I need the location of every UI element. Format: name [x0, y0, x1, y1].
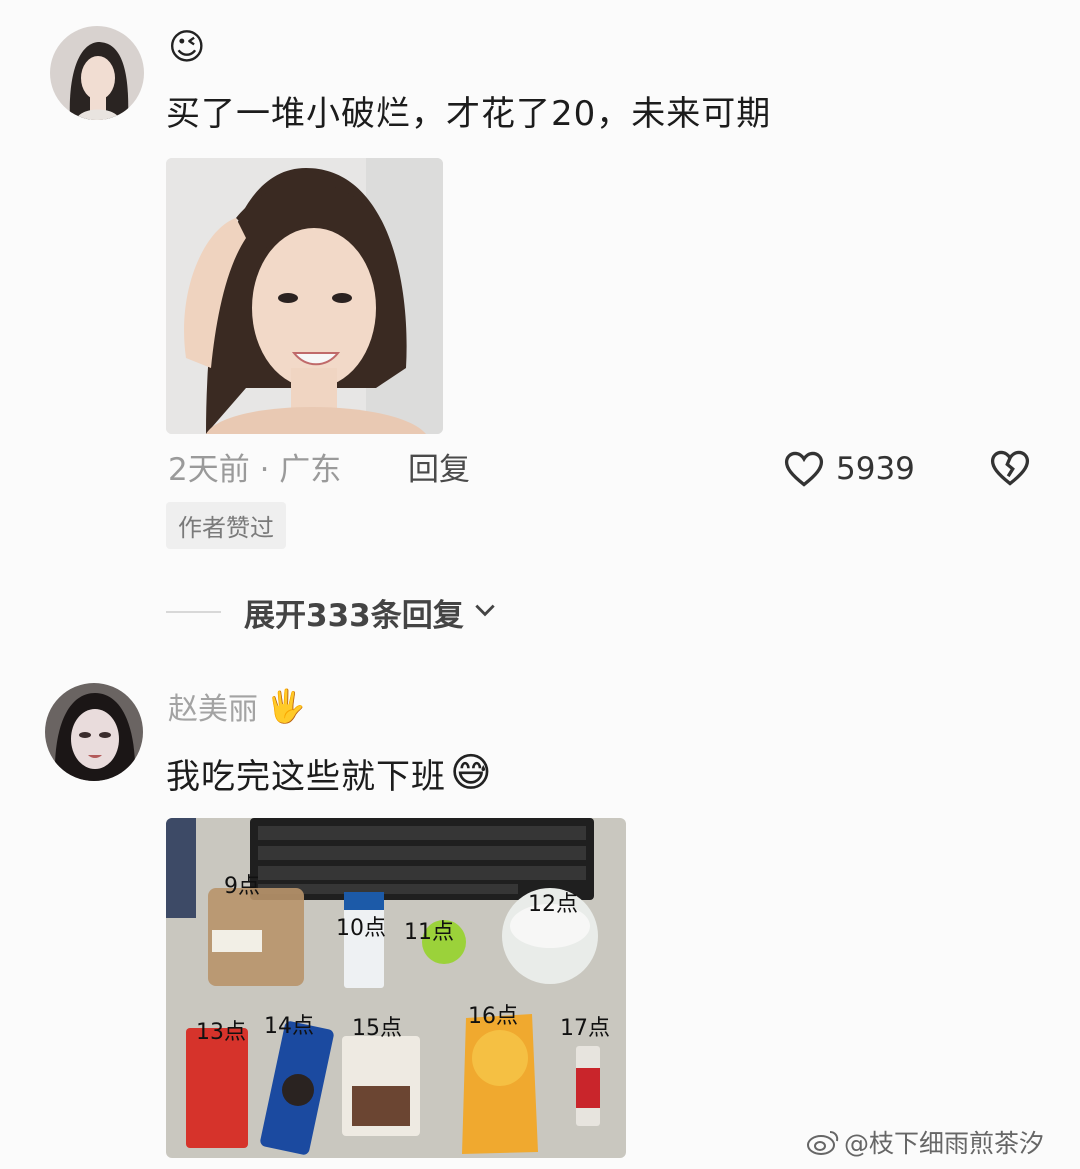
reply-button[interactable]: 回复 [408, 448, 470, 492]
expand-replies-label: 展开333条回复 [244, 597, 464, 634]
comment-text: 买了一堆小破烂，才花了20，未来可期 [166, 94, 772, 134]
broken-heart-icon [988, 450, 1032, 494]
time-label: 11点 [404, 920, 454, 945]
username[interactable]: 赵美丽 [168, 684, 258, 728]
commenter-avatar[interactable] [45, 683, 143, 781]
time-label: 9点 [224, 874, 260, 899]
comment-photo[interactable] [166, 158, 443, 434]
comment-photo[interactable]: 9点 10点 11点 12点 13点 14点 15点 16点 17点 [166, 818, 626, 1158]
watermark-text: @枝下细雨煎茶汐 [844, 1129, 1045, 1158]
chevron-down-icon [472, 597, 498, 627]
like-count: 5939 [836, 451, 915, 487]
dislike-button[interactable] [988, 446, 1032, 490]
time-label: 14点 [264, 1014, 314, 1039]
username-row: 赵美丽 🖐 [168, 684, 306, 728]
hand-emoji: 🖐 [266, 687, 306, 725]
time-location: 2天前 · 广东 [168, 452, 342, 488]
weibo-icon [806, 1128, 840, 1156]
comment-text: 我吃完这些就下班 [166, 756, 446, 797]
watermark: @枝下细雨煎茶汐 [806, 1124, 1044, 1160]
expand-replies-button[interactable]: 展开333条回复 [244, 590, 498, 634]
like-button[interactable]: 5939 [782, 446, 915, 492]
sweat-smile-emoji: 😅 [450, 750, 492, 796]
time-label: 17点 [560, 1016, 610, 1041]
time-label: 16点 [468, 1004, 518, 1029]
comment-text-row: 我吃完这些就下班 😅 [166, 748, 492, 798]
heart-icon [782, 447, 826, 491]
expand-divider [166, 611, 221, 613]
time-label: 12点 [528, 892, 578, 917]
time-label: 10点 [336, 916, 386, 941]
wink-emoji: 😉 [168, 27, 206, 68]
author-liked-tag: 作者赞过 [166, 502, 286, 549]
time-label: 13点 [196, 1020, 246, 1045]
commenter-avatar[interactable] [50, 26, 144, 120]
time-label: 15点 [352, 1016, 402, 1041]
